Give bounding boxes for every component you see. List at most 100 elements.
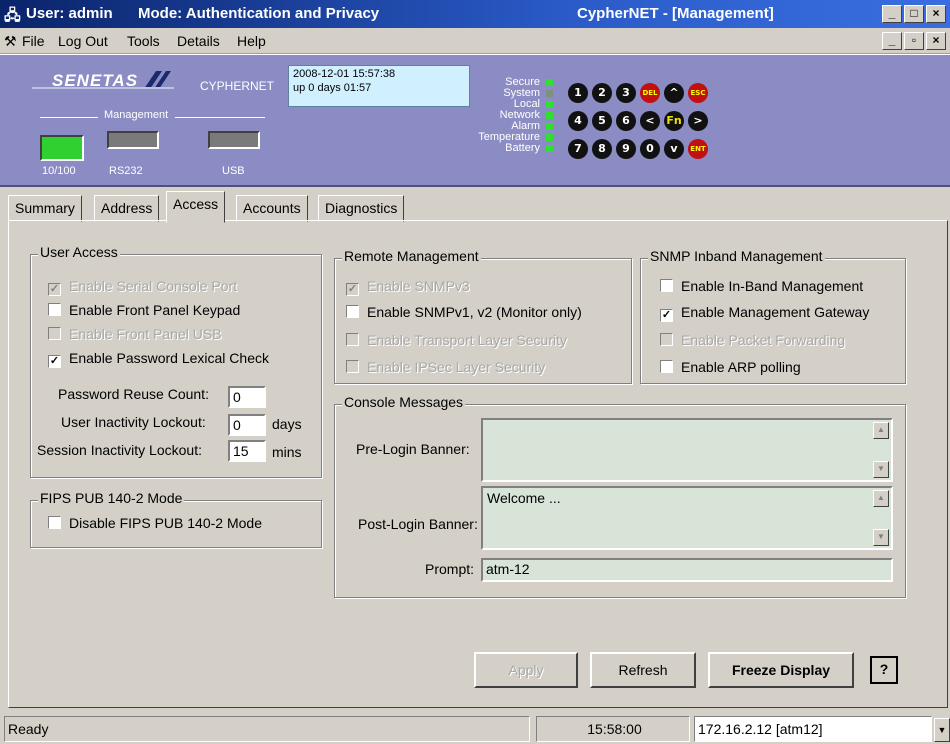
connection-dropdown-icon[interactable]: ▼ bbox=[934, 718, 950, 742]
device-panel: SENETAS CYPHERNET Management 10/100 RS23… bbox=[0, 54, 950, 187]
password-lexical-check: ✓ bbox=[48, 355, 61, 368]
tab-diagnostics[interactable]: Diagnostics bbox=[318, 195, 405, 222]
pre-login-banner-textarea[interactable]: ▲ ▼ bbox=[481, 418, 893, 482]
mdi-minimize-button[interactable]: _ bbox=[882, 32, 902, 50]
menu-logout[interactable]: Log Out bbox=[58, 33, 108, 49]
front-keypad-checkbox[interactable]: Enable Front Panel Keypad bbox=[48, 302, 240, 318]
keypad-key-0[interactable]: 0 bbox=[640, 139, 660, 159]
connection-value: 172.16.2.12 [atm12] bbox=[698, 721, 823, 737]
menu-help[interactable]: Help bbox=[237, 33, 266, 49]
status-led-temperature bbox=[546, 134, 553, 141]
menu-tools[interactable]: Tools bbox=[127, 33, 160, 49]
snmp-inband-title: SNMP Inband Management bbox=[648, 248, 825, 264]
tab-access[interactable]: Access bbox=[166, 191, 226, 223]
ipsec-check bbox=[346, 360, 359, 373]
front-usb-checkbox[interactable]: Enable Front Panel USB bbox=[48, 326, 222, 342]
keypad-key-6[interactable]: 6 bbox=[616, 111, 636, 131]
mdi-restore-button[interactable]: ▫ bbox=[904, 32, 924, 50]
pre-scroll-down-icon[interactable]: ▼ bbox=[873, 461, 889, 478]
keypad-key-2[interactable]: 2 bbox=[592, 83, 612, 103]
gateway-label: Enable Management Gateway bbox=[681, 304, 870, 320]
keypad-key-esc[interactable]: ESC bbox=[688, 83, 708, 103]
snmpv1-checkbox[interactable]: Enable SNMPv1, v2 (Monitor only) bbox=[346, 304, 582, 320]
front-usb-check bbox=[48, 327, 61, 340]
menu-details[interactable]: Details bbox=[177, 33, 220, 49]
status-led-local bbox=[546, 101, 553, 108]
ipsec-checkbox[interactable]: Enable IPSec Layer Security bbox=[346, 359, 545, 375]
post-login-banner-textarea[interactable]: Welcome ... ▲ ▼ bbox=[481, 486, 893, 550]
tab-address[interactable]: Address bbox=[94, 195, 160, 222]
fips-disable-checkbox[interactable]: Disable FIPS PUB 140-2 Mode bbox=[48, 515, 262, 531]
port-led-rs232 bbox=[107, 131, 159, 149]
keypad-key-del[interactable]: DEL bbox=[640, 83, 660, 103]
tab-accounts[interactable]: Accounts bbox=[236, 195, 308, 222]
keypad-key-4[interactable]: 4 bbox=[568, 111, 588, 131]
lcd-datetime: 2008-12-01 15:57:38 bbox=[293, 68, 396, 80]
menu-file[interactable]: File bbox=[22, 33, 45, 49]
menu-bar: ⚒ File Log Out Tools Details Help _ ▫ × bbox=[0, 28, 950, 54]
lcd-uptime: up 0 days 01:57 bbox=[293, 82, 372, 94]
minimize-button[interactable]: _ bbox=[882, 5, 902, 23]
mdi-close-button[interactable]: × bbox=[926, 32, 946, 50]
fips-disable-check bbox=[48, 516, 61, 529]
inactivity-lockout-input[interactable]: 0 bbox=[228, 414, 266, 436]
password-lexical-checkbox[interactable]: ✓ Enable Password Lexical Check bbox=[48, 350, 269, 368]
keypad-key-5[interactable]: 5 bbox=[592, 111, 612, 131]
title-app: CypherNET - [Management] bbox=[577, 5, 774, 22]
serial-console-check: ✓ bbox=[48, 283, 61, 296]
port-led-10-100 bbox=[40, 135, 84, 161]
remote-management-title: Remote Management bbox=[342, 248, 481, 264]
front-keypad-check bbox=[48, 303, 61, 316]
title-mode: Mode: Authentication and Privacy bbox=[138, 5, 380, 22]
forwarding-checkbox[interactable]: Enable Packet Forwarding bbox=[660, 332, 845, 348]
keypad-key-1[interactable]: 1 bbox=[568, 83, 588, 103]
forwarding-check bbox=[660, 333, 673, 346]
status-led-alarm bbox=[546, 123, 553, 130]
post-scroll-up-icon[interactable]: ▲ bbox=[873, 490, 889, 507]
port-label-10-100: 10/100 bbox=[42, 165, 76, 177]
maximize-button[interactable]: □ bbox=[904, 5, 924, 23]
port-led-usb bbox=[208, 131, 260, 149]
post-login-label: Post-Login Banner: bbox=[358, 516, 478, 532]
keypad-key-7[interactable]: 7 bbox=[568, 139, 588, 159]
keypad-key-up[interactable]: ^ bbox=[664, 83, 684, 103]
arp-checkbox[interactable]: Enable ARP polling bbox=[660, 359, 801, 375]
ipsec-label: Enable IPSec Layer Security bbox=[367, 359, 546, 375]
apply-button[interactable]: Apply bbox=[474, 652, 578, 688]
front-usb-label: Enable Front Panel USB bbox=[69, 326, 222, 342]
port-label-usb: USB bbox=[222, 165, 245, 177]
keypad-key-fn[interactable]: Fn bbox=[664, 111, 684, 131]
inband-checkbox[interactable]: Enable In-Band Management bbox=[660, 278, 863, 294]
refresh-button[interactable]: Refresh bbox=[590, 652, 696, 688]
tab-summary[interactable]: Summary bbox=[8, 195, 82, 222]
keypad-key-left[interactable]: < bbox=[640, 111, 660, 131]
keypad-key-3[interactable]: 3 bbox=[616, 83, 636, 103]
logo-underline bbox=[32, 87, 174, 89]
reuse-count-input[interactable]: 0 bbox=[228, 386, 266, 408]
keypad-key-9[interactable]: 9 bbox=[616, 139, 636, 159]
help-button[interactable]: ? bbox=[870, 656, 898, 684]
post-scroll-down-icon[interactable]: ▼ bbox=[873, 529, 889, 546]
pre-scroll-up-icon[interactable]: ▲ bbox=[873, 422, 889, 439]
keypad-key-right[interactable]: > bbox=[688, 111, 708, 131]
connection-select[interactable]: 172.16.2.12 [atm12] bbox=[694, 716, 932, 742]
close-button[interactable]: × bbox=[926, 5, 946, 23]
session-lockout-input[interactable]: 15 bbox=[228, 440, 266, 462]
keypad-key-ent[interactable]: ENT bbox=[688, 139, 708, 159]
snmpv3-check: ✓ bbox=[346, 283, 359, 296]
inactivity-unit: days bbox=[272, 416, 302, 432]
title-user: User: admin bbox=[26, 5, 113, 22]
freeze-display-button[interactable]: Freeze Display bbox=[708, 652, 854, 688]
title-bar[interactable]: 🖧 User: admin Mode: Authentication and P… bbox=[0, 0, 950, 28]
prompt-input[interactable]: atm-12 bbox=[481, 558, 893, 582]
tls-checkbox[interactable]: Enable Transport Layer Security bbox=[346, 332, 567, 348]
gateway-checkbox[interactable]: ✓ Enable Management Gateway bbox=[660, 304, 869, 322]
snmpv3-checkbox[interactable]: ✓ Enable SNMPv3 bbox=[346, 278, 470, 296]
mdi-icon[interactable]: ⚒ bbox=[4, 33, 17, 50]
product-label: CYPHERNET bbox=[200, 79, 275, 93]
keypad-key-8[interactable]: 8 bbox=[592, 139, 612, 159]
keypad-key-v[interactable]: v bbox=[664, 139, 684, 159]
serial-console-checkbox[interactable]: ✓ Enable Serial Console Port bbox=[48, 278, 237, 296]
status-indicators: Secure System Local Network Alarm Temperature… bbox=[462, 77, 562, 167]
app-icon: 🖧 bbox=[4, 7, 21, 24]
